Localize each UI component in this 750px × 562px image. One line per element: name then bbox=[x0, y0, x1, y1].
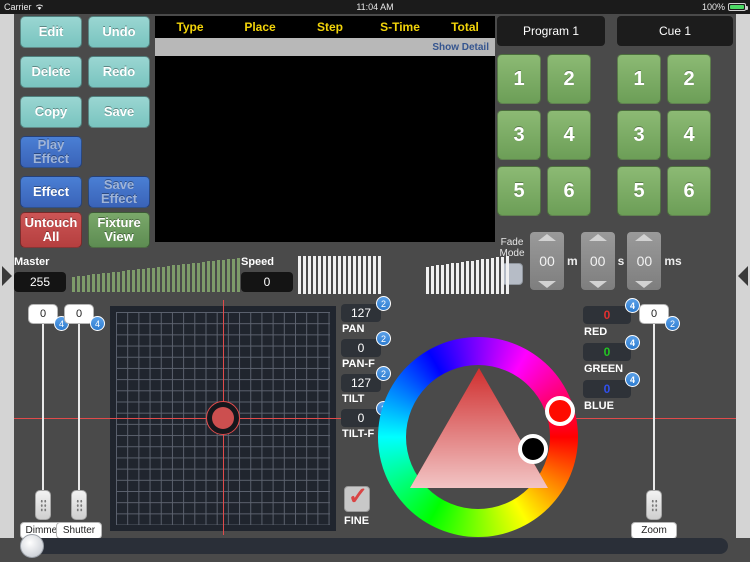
slider-dimmer[interactable]: 0 4 Dimmer bbox=[28, 304, 58, 534]
program-button-3[interactable]: 3 bbox=[497, 110, 541, 160]
program-button-grid: 123456 bbox=[497, 54, 591, 216]
program-button-2[interactable]: 2 bbox=[547, 54, 591, 104]
battery-icon bbox=[728, 3, 746, 11]
master-level-meter[interactable] bbox=[72, 258, 240, 292]
table-header-row: TypePlaceStepS-TimeTotal bbox=[155, 16, 495, 38]
command-button-fixture-view[interactable]: Fixture View bbox=[88, 212, 150, 248]
cue-button-5[interactable]: 5 bbox=[617, 166, 661, 216]
chevron-right-icon bbox=[2, 266, 12, 286]
pantilt-badge: 2 bbox=[376, 366, 391, 381]
master-speed-row: Master 255 Speed 0 bbox=[14, 250, 736, 298]
increment-icon[interactable] bbox=[589, 234, 607, 241]
command-button-redo[interactable]: Redo bbox=[88, 56, 150, 88]
pantilt-value-pan[interactable]: 1272 bbox=[341, 304, 381, 322]
slider-knob-dimmer[interactable] bbox=[35, 490, 51, 520]
right-panel-handle[interactable] bbox=[736, 14, 750, 538]
pantilt-value-pan-f[interactable]: 02 bbox=[341, 339, 381, 357]
program-button-1[interactable]: 1 bbox=[497, 54, 541, 104]
program-cue-panel: Program 1 Cue 1 123456 123456 bbox=[497, 16, 733, 226]
pad-position-handle[interactable] bbox=[206, 401, 240, 435]
scrollbar-knob[interactable] bbox=[20, 534, 44, 558]
rgb-badge: 4 bbox=[625, 372, 640, 387]
cue-table[interactable]: TypePlaceStepS-TimeTotal Show Detail bbox=[155, 16, 495, 242]
table-column-header: S-Time bbox=[365, 20, 435, 34]
command-button-undo[interactable]: Undo bbox=[88, 16, 150, 48]
slider-zoom[interactable]: 0 2 Zoom bbox=[639, 304, 669, 534]
cue-button-1[interactable]: 1 bbox=[617, 54, 661, 104]
increment-icon[interactable] bbox=[635, 234, 653, 241]
table-subbar: Show Detail bbox=[155, 38, 495, 56]
rgb-value-green[interactable]: 04 bbox=[583, 343, 631, 361]
fine-checkbox[interactable] bbox=[344, 486, 370, 512]
rgb-entry: 04RED bbox=[583, 306, 645, 338]
status-bar: Carrier 11:04 AM 100% bbox=[0, 0, 750, 14]
table-column-header: Step bbox=[295, 20, 365, 34]
battery-percent: 100% bbox=[702, 2, 725, 12]
program-button-5[interactable]: 5 bbox=[497, 166, 541, 216]
master-label: Master bbox=[14, 256, 49, 268]
rgb-entry: 04 BLUE bbox=[583, 380, 645, 412]
program-header[interactable]: Program 1 bbox=[497, 16, 605, 46]
command-button-save[interactable]: Save bbox=[88, 96, 150, 128]
pan-tilt-pad[interactable] bbox=[110, 306, 336, 531]
master-value[interactable]: 255 bbox=[14, 272, 66, 292]
speed-meter-b[interactable] bbox=[426, 256, 509, 294]
control-workspace: 1272PAN02PAN-F1272TILT02TILT-F FINE 04RE… bbox=[14, 300, 736, 535]
cue-button-6[interactable]: 6 bbox=[667, 166, 711, 216]
slider-knob-zoom[interactable] bbox=[646, 490, 662, 520]
command-button-effect[interactable]: Effect bbox=[20, 176, 82, 208]
speed-label: Speed bbox=[241, 256, 274, 268]
command-button-delete[interactable]: Delete bbox=[20, 56, 82, 88]
rgb-value-red[interactable]: 04 bbox=[583, 306, 631, 324]
slider-label: Zoom bbox=[631, 522, 677, 539]
slider-shutter[interactable]: 0 4 Shutter bbox=[64, 304, 94, 534]
command-button-save-effect[interactable]: Save Effect bbox=[88, 176, 150, 208]
pantilt-badge: 2 bbox=[376, 296, 391, 311]
status-right: 100% bbox=[702, 2, 746, 12]
fine-label: FINE bbox=[344, 515, 370, 527]
program-button-4[interactable]: 4 bbox=[547, 110, 591, 160]
command-button-copy[interactable]: Copy bbox=[20, 96, 82, 128]
speed-meter-a[interactable] bbox=[298, 256, 381, 294]
increment-icon[interactable] bbox=[538, 234, 556, 241]
command-button-panel: EditUndoDeleteRedoCopySavePlay Effect Eff… bbox=[18, 16, 152, 246]
horizontal-scrollbar[interactable] bbox=[22, 538, 728, 554]
program-button-6[interactable]: 6 bbox=[547, 166, 591, 216]
slider-label: Shutter bbox=[56, 522, 102, 539]
slider-badge: 2 bbox=[665, 316, 680, 331]
hue-selector-handle[interactable] bbox=[545, 396, 575, 426]
pantilt-value-tilt[interactable]: 1272 bbox=[341, 374, 381, 392]
app-root: Carrier 11:04 AM 100% EditUndoDeleteRedo… bbox=[0, 0, 750, 562]
rgb-badge: 4 bbox=[625, 298, 640, 313]
cue-button-4[interactable]: 4 bbox=[667, 110, 711, 160]
show-detail-link[interactable]: Show Detail bbox=[432, 42, 489, 53]
left-panel-handle[interactable] bbox=[0, 14, 14, 538]
table-column-header: Place bbox=[225, 20, 295, 34]
table-column-header: Total bbox=[435, 20, 495, 34]
rgb-entry: 04GREEN bbox=[583, 343, 645, 375]
slider-knob-shutter[interactable] bbox=[71, 490, 87, 520]
rgb-label: BLUE bbox=[584, 400, 645, 412]
pantilt-badge: 2 bbox=[376, 331, 391, 346]
chevron-left-icon bbox=[738, 266, 748, 286]
saturation-selector-handle[interactable] bbox=[518, 434, 548, 464]
slider-badge: 4 bbox=[90, 316, 105, 331]
rgb-values: 04RED04GREEN04BLUE bbox=[583, 306, 645, 417]
command-button-play-effect[interactable]: Play Effect bbox=[20, 136, 82, 168]
cue-button-grid: 123456 bbox=[617, 54, 711, 216]
fine-toggle-group: FINE bbox=[344, 486, 370, 527]
pantilt-value-tilt-f[interactable]: 02 bbox=[341, 409, 381, 427]
clock: 11:04 AM bbox=[0, 2, 750, 12]
cue-button-2[interactable]: 2 bbox=[667, 54, 711, 104]
table-column-header: Type bbox=[155, 20, 225, 34]
command-button-untouch-all[interactable]: Untouch All bbox=[20, 212, 82, 248]
cue-button-3[interactable]: 3 bbox=[617, 110, 661, 160]
rgb-value-blue[interactable]: 04 bbox=[583, 380, 631, 398]
command-button-edit[interactable]: Edit bbox=[20, 16, 82, 48]
rgb-badge: 4 bbox=[625, 335, 640, 350]
cue-header[interactable]: Cue 1 bbox=[617, 16, 733, 46]
speed-value[interactable]: 0 bbox=[241, 272, 293, 292]
